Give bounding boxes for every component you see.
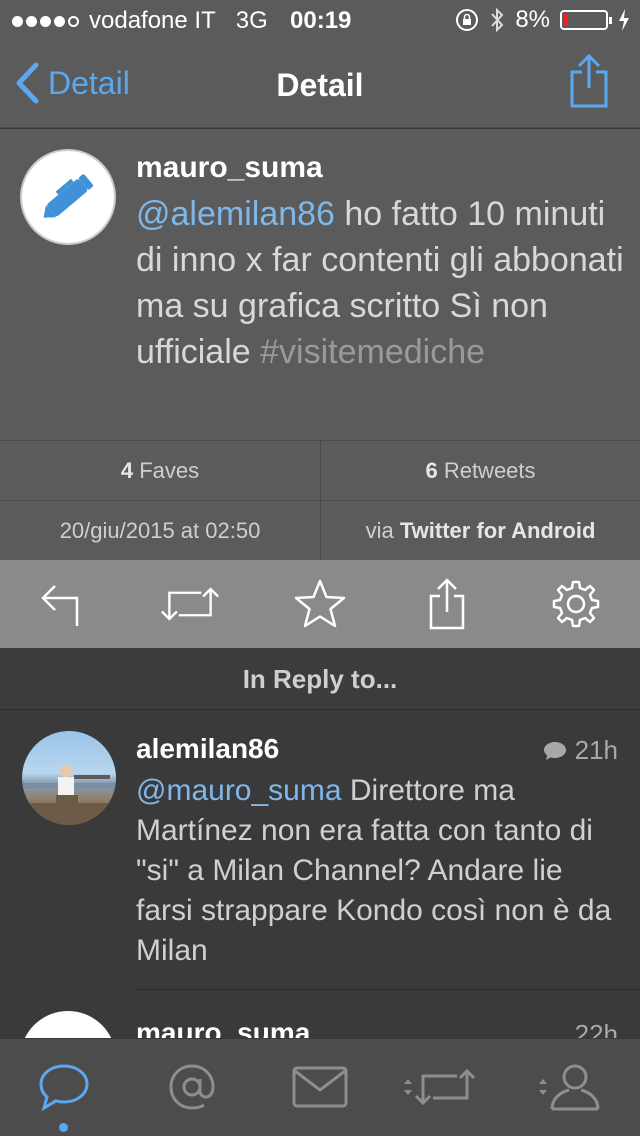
tab-timeline[interactable] bbox=[34, 1059, 94, 1115]
tab-retweets[interactable] bbox=[398, 1059, 480, 1115]
retweets-count-button[interactable]: 6 Retweets bbox=[320, 441, 640, 501]
page-title: Detail bbox=[276, 67, 364, 103]
tweet-mention-link[interactable]: @alemilan86 bbox=[136, 195, 335, 233]
faves-count: 4 bbox=[120, 458, 134, 483]
tweet-stats: 4 Faves 6 Retweets 20/giu/2015 at 02:50 … bbox=[0, 440, 640, 561]
battery-icon bbox=[560, 10, 612, 30]
share-icon bbox=[429, 578, 465, 630]
favorite-button[interactable] bbox=[290, 574, 350, 634]
tweet-username[interactable]: mauro_suma bbox=[136, 151, 323, 185]
bluetooth-icon bbox=[491, 7, 504, 33]
reply-tweet[interactable]: alemilan86 21h @mauro_suma Direttore ma … bbox=[0, 711, 640, 991]
retweet-icon bbox=[161, 587, 219, 621]
sort-arrows-icon bbox=[539, 1079, 547, 1095]
speech-bubble-icon bbox=[39, 1064, 89, 1112]
avatar[interactable] bbox=[20, 1011, 116, 1041]
reply-text: @mauro_suma Direttore ma Martínez non er… bbox=[136, 771, 616, 971]
nav-share-button[interactable] bbox=[568, 52, 610, 115]
avatar[interactable] bbox=[22, 731, 116, 825]
conversation-icon bbox=[543, 741, 566, 760]
share-icon bbox=[570, 53, 608, 108]
pen-icon bbox=[43, 174, 94, 218]
tweet-date: 20/giu/2015 at 02:50 bbox=[59, 518, 261, 543]
tweet-text: @alemilan86 ho fatto 10 minuti di inno x… bbox=[136, 191, 626, 375]
status-time: 00:19 bbox=[290, 7, 352, 34]
status-bar-right: 8% bbox=[455, 6, 630, 34]
active-tab-indicator bbox=[59, 1123, 68, 1132]
reply-icon bbox=[41, 585, 79, 626]
settings-button[interactable] bbox=[546, 574, 606, 634]
battery-percent: 8% bbox=[515, 6, 550, 33]
user-icon bbox=[550, 1064, 600, 1111]
reply-mention-link[interactable]: @mauro_suma bbox=[136, 774, 342, 807]
reply-time: 21h bbox=[574, 735, 618, 765]
tweet-source: via Twitter for Android bbox=[320, 501, 640, 561]
profile-photo bbox=[22, 765, 116, 825]
star-icon bbox=[294, 579, 346, 628]
source-prefix: via bbox=[365, 518, 400, 543]
retweet-icon bbox=[414, 1068, 476, 1106]
share-tweet-button[interactable] bbox=[417, 574, 477, 634]
envelope-icon bbox=[292, 1066, 348, 1108]
network-type: 3G bbox=[235, 7, 268, 34]
navigation-bar: Detail Detail bbox=[0, 40, 640, 128]
faves-count-button[interactable]: 4 Faves bbox=[0, 441, 320, 501]
reply-tweet[interactable]: mauro_suma 22h bbox=[0, 991, 640, 1041]
tweet-detail: mauro_suma @alemilan86 ho fatto 10 minut… bbox=[0, 129, 640, 440]
status-bar-left: vodafone IT 3G bbox=[12, 7, 268, 35]
tab-profile[interactable] bbox=[532, 1059, 606, 1115]
retweets-label: Retweets bbox=[437, 458, 536, 483]
in-reply-to-header: In Reply to... bbox=[0, 648, 640, 710]
status-bar: vodafone IT 3G 00:19 8% bbox=[0, 0, 640, 40]
sort-arrows-icon bbox=[404, 1079, 412, 1095]
source-name: Twitter for Android bbox=[399, 518, 596, 543]
tweet-action-toolbar bbox=[0, 560, 640, 648]
reply-meta: 21h bbox=[543, 735, 618, 766]
faves-label: Faves bbox=[133, 458, 200, 483]
tweet-detail-screen: vodafone IT 3G 00:19 8% Detail Detail ma… bbox=[0, 0, 640, 1136]
carrier-name: vodafone IT bbox=[89, 7, 216, 34]
retweets-count: 6 bbox=[425, 458, 438, 483]
reply-username[interactable]: alemilan86 bbox=[136, 733, 279, 765]
stats-row-counts: 4 Faves 6 Retweets bbox=[0, 440, 640, 501]
reply-button[interactable] bbox=[33, 574, 93, 634]
divider bbox=[136, 989, 640, 990]
tab-bar bbox=[0, 1038, 640, 1136]
rotation-lock-icon bbox=[456, 9, 479, 31]
at-sign-icon bbox=[169, 1064, 215, 1110]
stats-row-meta: 20/giu/2015 at 02:50 via Twitter for And… bbox=[0, 500, 640, 561]
gear-icon bbox=[552, 580, 600, 628]
tab-mentions[interactable] bbox=[162, 1059, 222, 1115]
tab-messages[interactable] bbox=[290, 1059, 350, 1115]
avatar[interactable] bbox=[20, 149, 116, 245]
retweet-button[interactable] bbox=[160, 574, 220, 634]
signal-strength-icon bbox=[12, 15, 79, 27]
tweet-hashtag-link[interactable]: #visitemediche bbox=[260, 333, 485, 371]
charging-icon bbox=[619, 9, 629, 31]
